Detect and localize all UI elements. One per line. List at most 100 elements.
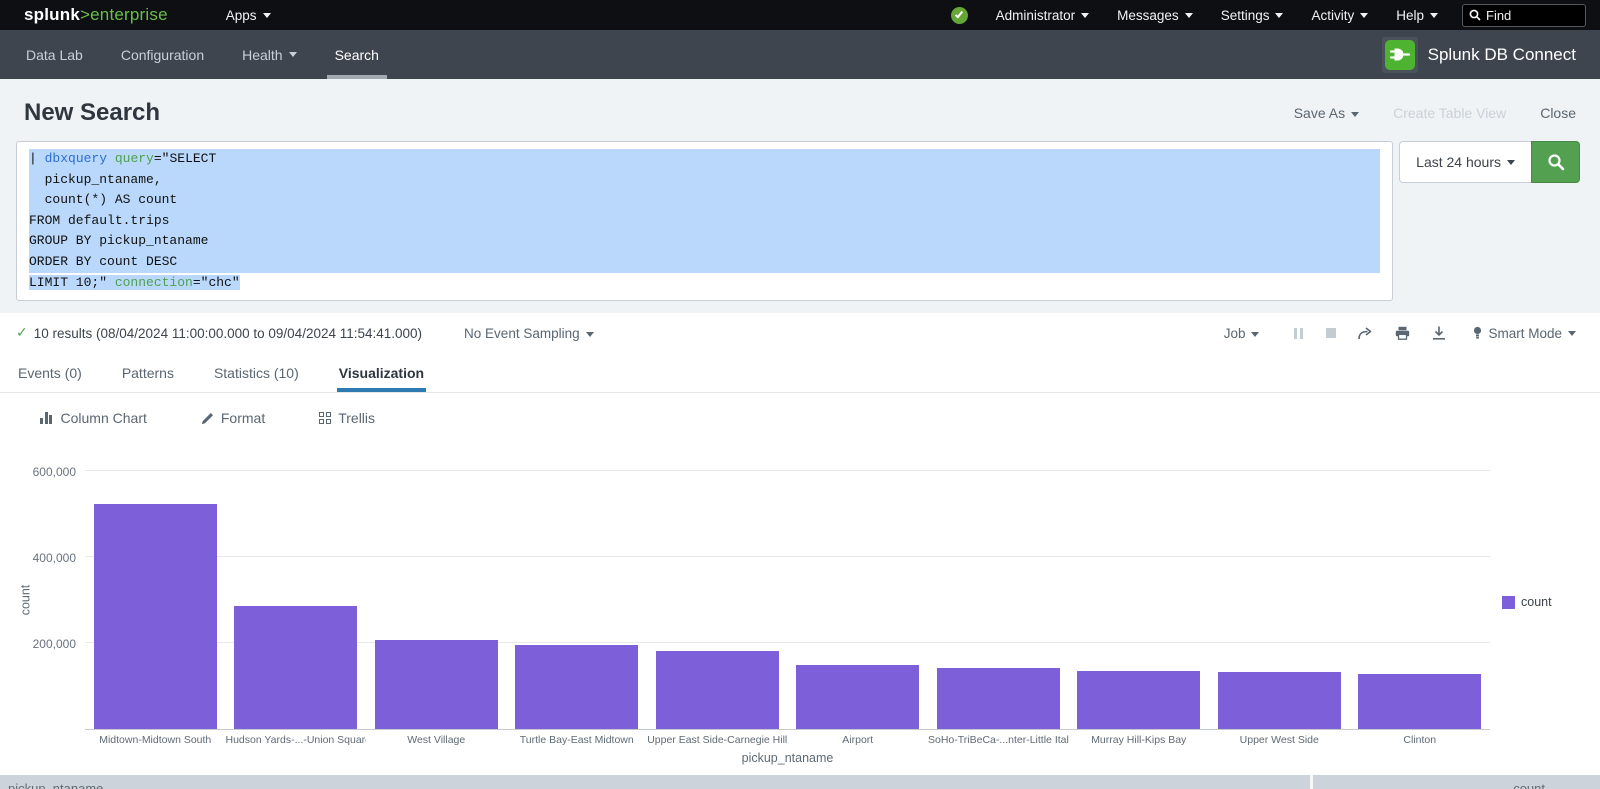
bar-1[interactable]: [234, 606, 357, 730]
search-bar-row: | dbxquery query="SELECT pickup_ntaname,…: [0, 141, 1600, 313]
db-connect-icon-frame: [1382, 37, 1418, 73]
tab-visualization[interactable]: Visualization: [337, 353, 426, 392]
bar-0[interactable]: [94, 504, 217, 729]
page-title: New Search: [24, 99, 160, 127]
chart-type-button[interactable]: Column Chart: [40, 410, 147, 426]
x-category-label: SoHo-TriBeCa-...nter-Little Italy: [928, 734, 1069, 746]
chart-type-label: Column Chart: [61, 410, 147, 426]
chevron-down-icon: [586, 332, 594, 337]
query-line: LIMIT 10;" connection="chc": [29, 273, 1380, 294]
search-icon: [1469, 9, 1481, 21]
query-line: pickup_ntaname,: [29, 170, 1380, 191]
nav-item-health[interactable]: Health: [240, 30, 298, 79]
administrator-menu[interactable]: Administrator: [982, 8, 1104, 23]
column-chart: count 200,000 400,000 600,000 Midtown-Midt…: [0, 443, 1600, 748]
y-tick-label: 200,000: [0, 637, 76, 651]
check-icon: [955, 9, 963, 18]
export-icon[interactable]: [1432, 326, 1446, 340]
find-input[interactable]: [1486, 8, 1566, 23]
share-icon[interactable]: [1358, 327, 1373, 340]
tab-label: Statistics (10): [214, 365, 299, 381]
x-category-label: Midtown-Midtown South: [85, 734, 226, 746]
app-title: Splunk DB Connect: [1428, 45, 1576, 65]
y-axis-title: count: [18, 585, 32, 616]
logo-enterprise: enterprise: [90, 5, 168, 24]
time-range-picker[interactable]: Last 24 hours: [1399, 141, 1531, 183]
query-line: FROM default.trips: [29, 211, 1380, 232]
find-search-box[interactable]: [1462, 4, 1586, 27]
format-button[interactable]: Format: [201, 410, 265, 426]
chevron-down-icon: [1360, 13, 1368, 18]
bar-3[interactable]: [515, 645, 638, 729]
chevron-down-icon: [1430, 13, 1438, 18]
chevron-down-icon: [1251, 332, 1259, 337]
chart-legend[interactable]: count: [1502, 595, 1552, 609]
chevron-down-icon: [1507, 160, 1515, 165]
x-category-label: Turtle Bay-East Midtown: [507, 734, 648, 746]
close-button[interactable]: Close: [1540, 105, 1576, 121]
chevron-down-icon: [1568, 331, 1576, 336]
chevron-down-icon: [263, 13, 271, 18]
job-menu[interactable]: Job: [1224, 326, 1260, 341]
search-query-editor[interactable]: | dbxquery query="SELECT pickup_ntaname,…: [16, 141, 1393, 301]
topbar-right: Administrator Messages Settings Activity…: [951, 4, 1600, 27]
splunk-logo[interactable]: splunk>enterprise: [24, 5, 168, 25]
nav-item-search[interactable]: Search: [333, 30, 381, 79]
chart-plot-area: [85, 463, 1490, 730]
administrator-menu-label: Administrator: [996, 8, 1076, 23]
x-category-label: Airport: [788, 734, 929, 746]
messages-menu-label: Messages: [1117, 8, 1179, 23]
search-mode-menu[interactable]: Smart Mode: [1473, 326, 1576, 341]
statistics-table-header: pickup_ntaname count: [0, 775, 1600, 789]
gridline: [85, 556, 1490, 557]
health-status-icon[interactable]: [951, 7, 968, 24]
x-category-label: Murray Hill-Kips Bay: [1069, 734, 1210, 746]
chevron-down-icon: [1275, 13, 1283, 18]
nav-item-data-lab[interactable]: Data Lab: [24, 30, 85, 79]
help-menu[interactable]: Help: [1382, 8, 1452, 23]
chevron-down-icon: [1185, 13, 1193, 18]
create-table-view-button: Create Table View: [1393, 105, 1506, 121]
bar-6[interactable]: [937, 668, 1060, 729]
bar-7[interactable]: [1077, 671, 1200, 729]
save-as-label: Save As: [1294, 105, 1345, 121]
lightbulb-icon: [1473, 326, 1482, 340]
settings-menu[interactable]: Settings: [1207, 8, 1298, 23]
table-header-pickup-ntaname[interactable]: pickup_ntaname: [0, 775, 1310, 789]
bar-2[interactable]: [375, 640, 498, 729]
bar-4[interactable]: [656, 651, 779, 729]
event-sampling-menu[interactable]: No Event Sampling: [464, 326, 594, 341]
page-header: New Search Save As Create Table View Clo…: [0, 79, 1600, 141]
app-nav-bar: Data Lab Configuration Health Search Spl…: [0, 30, 1600, 79]
activity-menu[interactable]: Activity: [1297, 8, 1382, 23]
tab-label: Events (0): [18, 365, 82, 381]
print-icon[interactable]: [1395, 326, 1410, 340]
event-sampling-label: No Event Sampling: [464, 326, 580, 341]
search-band: New Search Save As Create Table View Clo…: [0, 79, 1600, 313]
bar-9[interactable]: [1358, 674, 1481, 729]
bar-5[interactable]: [796, 665, 919, 729]
bar-8[interactable]: [1218, 672, 1341, 729]
pause-icon: [1292, 328, 1304, 339]
y-tick-label: 400,000: [0, 551, 76, 565]
tab-statistics[interactable]: Statistics (10): [212, 353, 301, 392]
search-mode-label: Smart Mode: [1488, 326, 1562, 341]
tab-patterns[interactable]: Patterns: [120, 353, 176, 392]
db-connect-plug-icon: [1385, 40, 1415, 70]
y-tick-label: 600,000: [0, 465, 76, 479]
app-title-area[interactable]: Splunk DB Connect: [1382, 30, 1600, 79]
legend-label: count: [1521, 595, 1552, 609]
nav-item-configuration[interactable]: Configuration: [119, 30, 206, 79]
trellis-button[interactable]: Trellis: [319, 410, 375, 426]
messages-menu[interactable]: Messages: [1103, 8, 1207, 23]
search-icon: [1547, 153, 1565, 171]
table-header-count[interactable]: count: [1313, 775, 1600, 789]
apps-menu[interactable]: Apps: [212, 8, 285, 23]
save-as-button[interactable]: Save As: [1294, 105, 1359, 121]
tab-label: Visualization: [339, 365, 424, 381]
query-line: count(*) AS count: [29, 190, 1380, 211]
trellis-icon: [319, 412, 331, 424]
tab-events[interactable]: Events (0): [16, 353, 84, 392]
run-search-button[interactable]: [1531, 141, 1580, 183]
logo-splunk: splunk: [24, 5, 80, 24]
